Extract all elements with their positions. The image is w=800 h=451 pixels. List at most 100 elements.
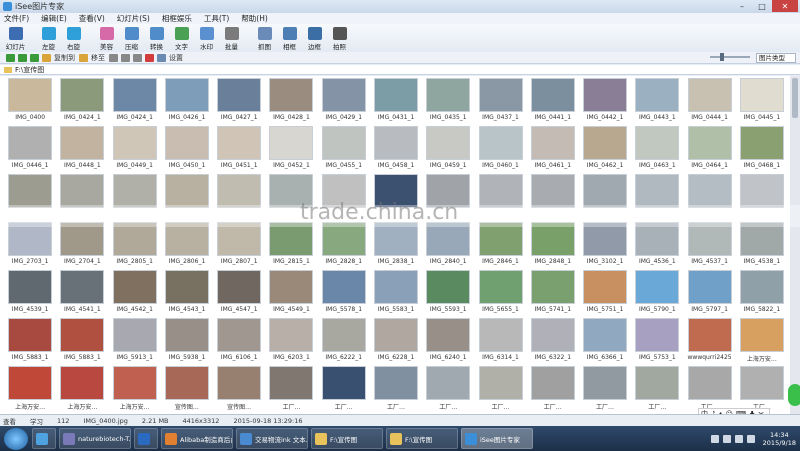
thumbnail-item[interactable]: IMG_0444_1: [683, 78, 735, 126]
thumbnail-image[interactable]: [60, 270, 105, 304]
thumbnail-item[interactable]: IMG_0455_1: [318, 126, 370, 174]
thumbnail-item[interactable]: IMG_6314_1: [474, 318, 526, 366]
toolbar-button[interactable]: 水印: [195, 27, 218, 51]
thumbnail-image[interactable]: [321, 126, 366, 160]
up-arrow-icon[interactable]: [30, 53, 39, 62]
thumbnail-image[interactable]: [739, 270, 784, 304]
thumbnail-image[interactable]: [426, 366, 471, 400]
thumbnail-item[interactable]: IMG_2838_1: [370, 222, 422, 270]
menu-file[interactable]: 文件(F): [4, 13, 29, 24]
thumbnail-item[interactable]: IMG_5655_1: [474, 270, 526, 318]
forward-arrow-icon[interactable]: [18, 53, 27, 62]
thumbnail-image[interactable]: [635, 318, 680, 352]
thumbnail-item[interactable]: IMG_0442_1: [579, 78, 631, 126]
thumbnail-image[interactable]: [635, 126, 680, 160]
minimize-button[interactable]: –: [732, 0, 752, 12]
thumbnail-item[interactable]: IMG_6222_1: [318, 318, 370, 366]
thumbnail-image[interactable]: [478, 126, 523, 160]
thumbnail-item[interactable]: IMG_5751_1: [579, 270, 631, 318]
tray-icon[interactable]: [722, 434, 731, 443]
toolbar-button[interactable]: 边框: [303, 27, 326, 51]
thumbnail-image[interactable]: [426, 78, 471, 112]
thumbnail-image[interactable]: [687, 78, 732, 112]
thumbnail-image[interactable]: [112, 174, 157, 208]
taskbar-task[interactable]: naturebiotech-T...: [59, 428, 131, 449]
thumbnail-item[interactable]: IMG_0449_1: [109, 126, 161, 174]
copy2-icon[interactable]: [133, 53, 142, 62]
thumbnail-image[interactable]: [687, 318, 732, 352]
taskbar-task[interactable]: F:\宣传图: [386, 428, 458, 449]
thumbnail-item[interactable]: IMG_2828_1: [318, 222, 370, 270]
thumbnail-item[interactable]: IMG_0427_1: [213, 78, 265, 126]
thumbnail-image[interactable]: [321, 270, 366, 304]
thumbnail-item[interactable]: IMG_0431_1: [370, 78, 422, 126]
thumbnail-image[interactable]: [478, 174, 523, 208]
taskbar-task[interactable]: 交易物流ink 文本...: [236, 428, 308, 449]
thumbnail-image[interactable]: [739, 366, 784, 400]
thumbnail-image[interactable]: [687, 366, 732, 400]
thumbnail-item[interactable]: IMG_2807_1: [213, 222, 265, 270]
thumbnail-item[interactable]: IMG_0461_1: [527, 126, 579, 174]
taskbar-task[interactable]: [134, 428, 158, 449]
thumbnail-image[interactable]: [164, 174, 209, 208]
thumbnail-item[interactable]: IMG_0435_1: [422, 78, 474, 126]
toolbar-button[interactable]: 幻灯片: [4, 27, 27, 51]
thumbnail-item[interactable]: IMG_5797_1: [683, 270, 735, 318]
thumbnail-image[interactable]: [478, 270, 523, 304]
thumbnail-item[interactable]: IMG_4547_1: [213, 270, 265, 318]
thumbnail-item[interactable]: IMG_5883_1: [4, 318, 56, 366]
thumbnail-item[interactable]: IMG_0424_1: [56, 78, 108, 126]
thumbnail-item[interactable]: 工厂…: [683, 366, 735, 414]
thumbnail-image[interactable]: [269, 78, 314, 112]
thumbnail-image[interactable]: [217, 270, 262, 304]
thumbnail-image[interactable]: [217, 318, 262, 352]
thumbnail-item[interactable]: 工厂…: [318, 366, 370, 414]
thumbnail-item[interactable]: IMG_2846_1: [474, 222, 526, 270]
toolbar-button[interactable]: 批量: [220, 27, 243, 51]
thumbnail-image[interactable]: [373, 270, 418, 304]
thumbnail-item[interactable]: IMG_4536_1: [631, 222, 683, 270]
thumbnail-image[interactable]: [478, 222, 523, 256]
thumbnail-item[interactable]: IMG_0428_1: [265, 78, 317, 126]
thumbnail-image[interactable]: [739, 174, 784, 208]
thumbnail-item[interactable]: IMG_6240_1: [422, 318, 474, 366]
thumbnail-image[interactable]: [530, 78, 575, 112]
cut-icon[interactable]: [109, 53, 118, 62]
tray-icon[interactable]: [710, 434, 719, 443]
thumbnail-item[interactable]: IMG_5938_1: [161, 318, 213, 366]
thumbnail-item[interactable]: IMG_0460_1: [474, 126, 526, 174]
thumbnail-image[interactable]: [530, 222, 575, 256]
toolbar-button[interactable]: 相框: [278, 27, 301, 51]
thumbnail-item[interactable]: IMG_6228_1: [370, 318, 422, 366]
menu-slideshow[interactable]: 幻灯片(S): [117, 13, 150, 24]
delete-icon[interactable]: [145, 53, 154, 62]
thumbnail-item[interactable]: IMG_0450_1: [161, 126, 213, 174]
thumbnail-image[interactable]: [112, 126, 157, 160]
toolbar-button[interactable]: 压缩: [120, 27, 143, 51]
taskbar-task[interactable]: iSee图片专家: [461, 428, 533, 449]
taskbar-task[interactable]: Alibaba制造商后台...: [161, 428, 233, 449]
thumbnail-image[interactable]: [8, 270, 53, 304]
thumbnail-image[interactable]: [164, 270, 209, 304]
thumbnail-item[interactable]: IMG_2704_1: [56, 222, 108, 270]
thumbnail-image[interactable]: [478, 78, 523, 112]
thumbnail-image[interactable]: [687, 126, 732, 160]
thumbnail-image[interactable]: [530, 366, 575, 400]
menu-edit[interactable]: 编辑(E): [41, 13, 67, 24]
thumbnail-item[interactable]: 工厂…: [631, 366, 683, 414]
thumbnail-image[interactable]: [164, 222, 209, 256]
thumbnail-image[interactable]: [60, 126, 105, 160]
thumbnail-image[interactable]: [373, 174, 418, 208]
thumbnail-image[interactable]: [635, 366, 680, 400]
thumbnail-item[interactable]: IMG_0441_1: [527, 78, 579, 126]
thumbnail-item[interactable]: 工厂…: [370, 366, 422, 414]
thumbnail-item[interactable]: IMG_5578_1: [318, 270, 370, 318]
thumbnail-image[interactable]: [112, 366, 157, 400]
thumbnail-item[interactable]: IMG_0443_1: [631, 78, 683, 126]
thumbnail-image[interactable]: [583, 318, 628, 352]
thumbnail-image[interactable]: [8, 222, 53, 256]
thumbnail-image[interactable]: [112, 222, 157, 256]
thumbnail-image[interactable]: [269, 270, 314, 304]
thumbnail-item[interactable]: 工厂…: [736, 366, 788, 414]
subtoolbar-label[interactable]: 设置: [169, 53, 183, 63]
